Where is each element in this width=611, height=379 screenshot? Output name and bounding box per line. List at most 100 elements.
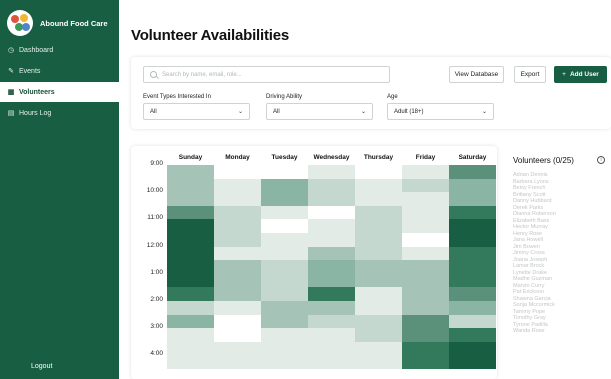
heatmap-cell[interactable] [449,341,496,356]
heatmap-cell[interactable] [308,178,355,193]
heatmap-cell[interactable] [167,301,214,316]
heatmap-cell[interactable] [308,287,355,302]
heatmap-cell[interactable] [261,165,308,180]
heatmap-cell[interactable] [355,178,402,193]
volunteer-list-item[interactable]: Wanda Rose [513,328,603,335]
heatmap-cell[interactable] [402,260,449,275]
info-icon[interactable]: i [597,156,605,164]
heatmap-cell[interactable] [355,165,402,180]
sidebar-item-volunteers[interactable]: ▦ Volunteers [0,82,119,102]
heatmap-cell[interactable] [449,355,496,370]
heatmap-cell[interactable] [167,178,214,193]
heatmap-cell[interactable] [214,273,261,288]
heatmap-cell[interactable] [308,273,355,288]
heatmap-cell[interactable] [167,341,214,356]
heatmap-cell[interactable] [308,233,355,248]
heatmap-cell[interactable] [167,273,214,288]
heatmap-cell[interactable] [308,219,355,234]
heatmap-cell[interactable] [355,287,402,302]
heatmap-cell[interactable] [402,219,449,234]
heatmap-cell[interactable] [355,260,402,275]
heatmap-cell[interactable] [402,328,449,343]
sidebar-item-hours-log[interactable]: ▤ Hours Log [0,103,119,123]
heatmap-cell[interactable] [167,192,214,207]
heatmap-cell[interactable] [261,246,308,261]
search-input[interactable]: Search by name, email, role... [143,66,390,83]
heatmap-cell[interactable] [402,178,449,193]
heatmap-cell[interactable] [402,205,449,220]
heatmap-cell[interactable] [355,205,402,220]
heatmap-cell[interactable] [261,287,308,302]
heatmap-cell[interactable] [167,260,214,275]
heatmap-cell[interactable] [449,260,496,275]
heatmap-cell[interactable] [308,341,355,356]
heatmap-cell[interactable] [355,233,402,248]
heatmap-cell[interactable] [261,178,308,193]
logo[interactable]: Abound Food Care [7,10,108,36]
heatmap-cell[interactable] [167,328,214,343]
heatmap-cell[interactable] [449,192,496,207]
heatmap-cell[interactable] [355,341,402,356]
heatmap-cell[interactable] [402,192,449,207]
add-user-button[interactable]: + Add User [554,66,607,83]
heatmap-cell[interactable] [214,178,261,193]
heatmap-cell[interactable] [261,205,308,220]
heatmap-cell[interactable] [167,219,214,234]
heatmap-cell[interactable] [449,301,496,316]
heatmap-cell[interactable] [402,355,449,370]
heatmap-cell[interactable] [449,328,496,343]
heatmap-cell[interactable] [402,314,449,329]
heatmap-cell[interactable] [261,341,308,356]
heatmap-cell[interactable] [449,246,496,261]
heatmap-cell[interactable] [214,205,261,220]
view-database-button[interactable]: View Database [449,66,504,83]
heatmap-cell[interactable] [355,273,402,288]
heatmap-cell[interactable] [261,301,308,316]
heatmap-cell[interactable] [308,260,355,275]
heatmap-cell[interactable] [402,301,449,316]
heatmap-cell[interactable] [308,328,355,343]
heatmap-cell[interactable] [449,314,496,329]
heatmap-cell[interactable] [167,246,214,261]
heatmap-cell[interactable] [167,314,214,329]
heatmap-cell[interactable] [214,260,261,275]
heatmap-cell[interactable] [261,273,308,288]
heatmap-cell[interactable] [261,314,308,329]
heatmap-cell[interactable] [355,246,402,261]
heatmap-cell[interactable] [449,178,496,193]
heatmap-cell[interactable] [308,355,355,370]
heatmap-cell[interactable] [308,205,355,220]
sidebar-item-dashboard[interactable]: ◷ Dashboard [0,40,119,60]
driving-ability-select[interactable]: All ⌄ [266,103,373,120]
heatmap-cell[interactable] [308,314,355,329]
heatmap-cell[interactable] [308,246,355,261]
heatmap-cell[interactable] [214,314,261,329]
heatmap-cell[interactable] [214,301,261,316]
heatmap-cell[interactable] [449,219,496,234]
age-select[interactable]: Adult (18+) ⌄ [387,103,494,120]
heatmap-cell[interactable] [214,219,261,234]
heatmap-cell[interactable] [355,328,402,343]
heatmap-cell[interactable] [449,165,496,180]
heatmap-cell[interactable] [261,260,308,275]
heatmap-cell[interactable] [449,233,496,248]
heatmap-cell[interactable] [308,301,355,316]
heatmap-cell[interactable] [214,287,261,302]
heatmap-cell[interactable] [167,205,214,220]
logout-button[interactable]: Logout [31,363,52,370]
event-types-select[interactable]: All ⌄ [143,103,250,120]
heatmap-cell[interactable] [261,355,308,370]
heatmap-cell[interactable] [167,165,214,180]
heatmap-cell[interactable] [402,246,449,261]
heatmap-cell[interactable] [402,273,449,288]
heatmap-cell[interactable] [402,165,449,180]
heatmap-cell[interactable] [449,273,496,288]
heatmap-cell[interactable] [355,192,402,207]
heatmap-cell[interactable] [261,192,308,207]
heatmap-cell[interactable] [214,165,261,180]
heatmap-cell[interactable] [449,287,496,302]
heatmap-cell[interactable] [449,205,496,220]
sidebar-item-events[interactable]: ✎ Events [0,61,119,81]
heatmap-cell[interactable] [261,328,308,343]
export-button[interactable]: Export [514,66,546,83]
